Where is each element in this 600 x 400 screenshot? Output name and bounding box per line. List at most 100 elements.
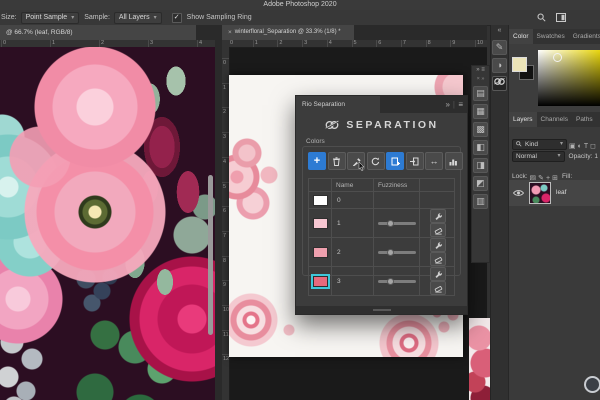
layer-filter-dropdown[interactable]: Kind ▾ xyxy=(512,139,567,150)
dock-collapse-icon[interactable]: » ≡ xyxy=(472,66,489,75)
foreground-color-swatch[interactable] xyxy=(512,57,527,72)
gradients-panel-icon[interactable]: ▦ xyxy=(473,104,488,119)
size-label: Size: xyxy=(1,14,17,21)
styles-panel-icon[interactable]: ◩ xyxy=(473,176,488,191)
annotate-panel-icon[interactable]: ✎ xyxy=(492,40,507,55)
import-button[interactable] xyxy=(406,152,424,170)
ruler-tick: 3 xyxy=(223,134,226,140)
ruler-tick: 0 xyxy=(223,60,226,66)
column-header xyxy=(420,179,455,192)
color-name-cell[interactable]: 1 xyxy=(332,209,374,238)
opacity-value[interactable]: 1 xyxy=(594,153,598,160)
ruler-tick: 9 xyxy=(452,40,455,46)
color-name-cell[interactable]: 3 xyxy=(332,267,374,296)
left-doc-scrollbar-thumb[interactable] xyxy=(208,175,213,335)
slider-thumb[interactable] xyxy=(387,278,394,285)
fuzziness-slider[interactable] xyxy=(378,249,416,256)
column-header: Fuzziness xyxy=(374,179,420,192)
type-filter-icon[interactable]: T xyxy=(584,143,588,150)
ruler-tick: 0 xyxy=(230,40,233,46)
fuzziness-slider[interactable] xyxy=(378,220,416,227)
panel-collapse-icon[interactable]: » xyxy=(446,96,450,113)
separation-panel-tab[interactable]: Rio Separation xyxy=(296,96,380,113)
close-icon[interactable]: × xyxy=(228,25,232,40)
dock-close-expand-icons[interactable]: × » xyxy=(472,75,489,83)
eraser-button[interactable] xyxy=(430,223,446,237)
color-swatch[interactable] xyxy=(313,195,328,206)
slider-thumb[interactable] xyxy=(387,220,394,227)
shape-filter-icon[interactable]: ◻ xyxy=(590,143,596,150)
adjustments-panel-icon[interactable]: ◑ xyxy=(492,58,507,73)
histogram-button[interactable] xyxy=(445,152,463,170)
dock-expand-icon[interactable]: « xyxy=(491,25,508,37)
ruler-tick: 7 xyxy=(223,233,226,239)
color-name-cell[interactable]: 2 xyxy=(332,238,374,267)
lock-label: Lock: xyxy=(512,173,528,180)
separation-color-row[interactable]: 2 xyxy=(309,238,455,267)
color-swatch[interactable] xyxy=(313,276,328,287)
color-field-cursor[interactable] xyxy=(553,53,562,62)
expand-button[interactable]: ↔ xyxy=(425,152,443,170)
color-field[interactable] xyxy=(538,50,600,106)
color-swatch[interactable] xyxy=(313,247,328,258)
eraser-button[interactable] xyxy=(430,281,446,295)
ruler-tick: 1 xyxy=(223,85,226,91)
swatches-panel-icon[interactable]: ▤ xyxy=(473,86,488,101)
sample-layers-dropdown[interactable]: All Layers▾ xyxy=(114,12,162,24)
separation-color-table: NameFuzziness0123 xyxy=(308,178,455,296)
shapes-panel-icon[interactable]: ◧ xyxy=(473,140,488,155)
wrench-button[interactable] xyxy=(430,267,446,281)
layer-row-leaf[interactable]: leaf xyxy=(509,180,600,206)
separation-color-row[interactable]: 0 xyxy=(309,192,455,209)
search-icon[interactable] xyxy=(537,13,546,22)
sample-size-dropdown[interactable]: Point Sample▾ xyxy=(21,12,80,24)
pixel-filter-icon[interactable]: ▣ xyxy=(569,143,576,150)
tab-leaf-document[interactable]: @ 66.7% (leaf, RGB/8) xyxy=(0,25,196,40)
panel-menu-icon[interactable]: ≡ xyxy=(458,96,463,113)
tab-winterfloral-document[interactable]: × winterfloral_Separation @ 33.3% (1/8) … xyxy=(222,25,354,40)
add-color-button[interactable]: + xyxy=(308,152,326,170)
color-swatch[interactable] xyxy=(313,218,328,229)
fuzziness-slider[interactable] xyxy=(378,278,416,285)
adjustment-filter-icon[interactable]: ◐ xyxy=(578,143,582,150)
separation-plugin-icon[interactable] xyxy=(492,76,507,91)
layer-thumbnail[interactable] xyxy=(529,182,551,204)
show-sampling-ring-checkbox[interactable]: ✓ xyxy=(172,13,182,23)
separation-color-row[interactable]: 3 xyxy=(309,267,455,296)
eyedropper-button[interactable] xyxy=(347,152,365,170)
slider-thumb[interactable] xyxy=(387,249,394,256)
blend-mode-dropdown[interactable]: Normal ▾ xyxy=(512,151,565,162)
export-layers-button[interactable] xyxy=(386,152,404,170)
tab-channels[interactable]: Channels xyxy=(537,112,572,127)
separation-color-row[interactable]: 1 xyxy=(309,209,455,238)
libraries-panel-icon[interactable]: ▥ xyxy=(473,194,488,209)
color-name-cell[interactable]: 0 xyxy=(332,192,374,209)
tab-gradients[interactable]: Gradients xyxy=(569,29,600,44)
tab-swatches[interactable]: Swatches xyxy=(533,29,569,44)
workspace-switcher-icon[interactable] xyxy=(556,13,566,22)
separation-panel-titlebar[interactable]: Rio Separation » | ≡ xyxy=(296,96,467,113)
tab-layers[interactable]: Layers xyxy=(509,112,537,127)
resize-grip[interactable] xyxy=(373,309,391,311)
layers-panel-tabs: LayersChannelsPaths xyxy=(509,112,600,127)
color-panel-tabs: ColorSwatchesGradientsPatterns xyxy=(509,29,600,44)
app-title: Adobe Photoshop 2020 xyxy=(263,1,336,8)
tab-paths[interactable]: Paths xyxy=(572,112,597,127)
ruler-tick: 5 xyxy=(223,184,226,190)
patterns-panel-icon[interactable]: ▩ xyxy=(473,122,488,137)
search-icon xyxy=(516,141,522,147)
eraser-button[interactable] xyxy=(430,252,446,266)
separation-panel-header: SEPARATION xyxy=(296,119,467,131)
leaf-document-canvas[interactable] xyxy=(0,47,215,400)
glyphs-panel-icon[interactable]: ◨ xyxy=(473,158,488,173)
tab-color[interactable]: Color xyxy=(509,29,533,44)
help-bubble-icon[interactable] xyxy=(584,376,600,393)
wrench-button[interactable] xyxy=(430,209,446,223)
photoshop-window: Adobe Photoshop 2020 Size: Point Sample▾… xyxy=(0,0,600,400)
wrench-button[interactable] xyxy=(430,238,446,252)
ruler-tick: 3 xyxy=(150,40,153,46)
layer-visibility-eye-icon[interactable] xyxy=(513,189,524,197)
refresh-button[interactable] xyxy=(367,152,385,170)
delete-color-button[interactable] xyxy=(328,152,346,170)
layer-name[interactable]: leaf xyxy=(556,189,566,196)
